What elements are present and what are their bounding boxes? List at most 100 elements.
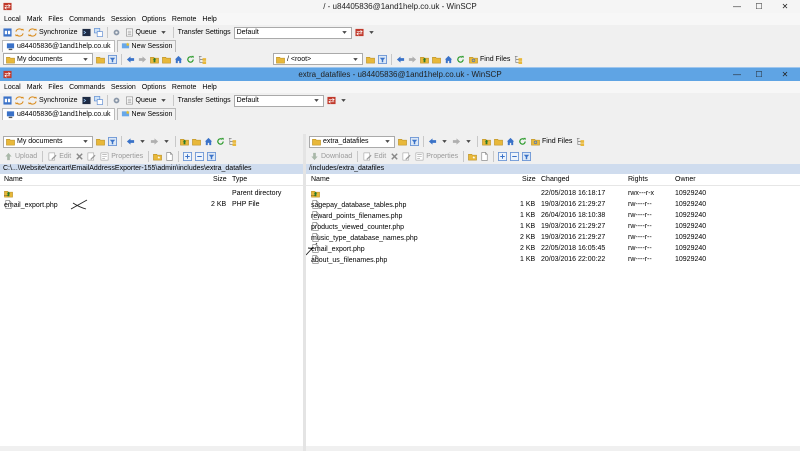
- tab-session[interactable]: u84405836@1and1help.co.uk: [2, 40, 115, 52]
- new-file-icon[interactable]: [165, 152, 174, 161]
- forward-arrow-icon[interactable]: [138, 55, 147, 64]
- new-folder-icon[interactable]: [153, 152, 162, 161]
- maximize-button[interactable]: ☐: [748, 68, 770, 81]
- properties-button[interactable]: Properties: [99, 151, 144, 163]
- properties-button[interactable]: Properties: [414, 151, 459, 163]
- back-title-bar[interactable]: / - u84405836@1and1help.co.uk - WinSCP —…: [0, 0, 800, 13]
- upload-button[interactable]: Upload: [3, 151, 38, 163]
- tab-new-session[interactable]: New Session: [116, 108, 177, 120]
- tree-icon[interactable]: [514, 55, 523, 64]
- sync-browse-icon[interactable]: [15, 96, 24, 105]
- new-folder-icon[interactable]: [468, 152, 477, 161]
- edit-button[interactable]: Edit: [362, 151, 387, 163]
- column-name[interactable]: Name: [4, 176, 23, 183]
- chevron-down-icon[interactable]: [162, 137, 171, 146]
- menu-commands[interactable]: Commands: [69, 84, 105, 91]
- putty-icon[interactable]: [94, 28, 103, 37]
- remote-location-select[interactable]: extra_datafiles: [309, 135, 395, 148]
- folder-icon[interactable]: [96, 137, 105, 146]
- background-winscp-window[interactable]: / - u84405836@1and1help.co.uk - WinSCP —…: [0, 0, 800, 68]
- refresh-icon[interactable]: [186, 55, 195, 64]
- back-arrow-icon[interactable]: [428, 137, 437, 146]
- folder-icon[interactable]: [398, 137, 407, 146]
- home-icon[interactable]: [174, 55, 183, 64]
- table-row[interactable]: email_export.php 2 KB 22/05/2018 16:05:45 r…: [306, 243, 800, 254]
- back-find-files-button[interactable]: Find Files: [468, 53, 511, 65]
- maximize-button[interactable]: ☐: [748, 0, 770, 13]
- menu-options[interactable]: Options: [142, 84, 166, 91]
- compare-icon[interactable]: [3, 96, 12, 105]
- menu-remote[interactable]: Remote: [172, 16, 197, 23]
- delete-icon[interactable]: [390, 152, 399, 161]
- menu-remote[interactable]: Remote: [172, 84, 197, 91]
- filter-icon[interactable]: [207, 152, 216, 161]
- chevron-down-icon[interactable]: [339, 96, 348, 105]
- folder-icon[interactable]: [366, 55, 375, 64]
- table-row[interactable]: sagepay_database_tables.php 1 KB 19/03/201…: [306, 199, 800, 210]
- chevron-down-icon[interactable]: [138, 137, 147, 146]
- local-file-list[interactable]: .. Parent directory email_export.php 2 K…: [0, 186, 303, 446]
- menu-commands[interactable]: Commands: [69, 16, 105, 23]
- column-rights[interactable]: Rights: [628, 176, 648, 183]
- folder-icon[interactable]: [162, 55, 171, 64]
- menu-options[interactable]: Options: [142, 16, 166, 23]
- table-row[interactable]: products_viewed_counter.php 1 KB 19/03/201…: [306, 221, 800, 232]
- column-type[interactable]: Type: [232, 176, 247, 183]
- folder-up-icon[interactable]: [420, 55, 429, 64]
- console-icon[interactable]: [82, 28, 91, 37]
- folder-icon[interactable]: [432, 55, 441, 64]
- chevron-down-icon[interactable]: [464, 137, 473, 146]
- column-size[interactable]: Size: [522, 176, 536, 183]
- tree-icon[interactable]: [198, 55, 207, 64]
- synchronize-button[interactable]: Synchronize: [27, 95, 79, 107]
- minimize-button[interactable]: —: [726, 0, 748, 13]
- minimize-button[interactable]: —: [726, 68, 748, 81]
- compare-icon[interactable]: [3, 28, 12, 37]
- refresh-icon[interactable]: [216, 137, 225, 146]
- synchronize-button[interactable]: Synchronize: [27, 27, 79, 39]
- home-icon[interactable]: [444, 55, 453, 64]
- edit-button[interactable]: Edit: [47, 151, 72, 163]
- folder-icon[interactable]: [96, 55, 105, 64]
- local-location-select[interactable]: My documents: [3, 135, 93, 148]
- back-arrow-icon[interactable]: [396, 55, 405, 64]
- transfer-settings-select[interactable]: Default: [233, 94, 324, 107]
- select-all-icon[interactable]: [498, 152, 507, 161]
- filter-icon[interactable]: [522, 152, 531, 161]
- folder-up-icon[interactable]: [180, 137, 189, 146]
- menu-files[interactable]: Files: [48, 84, 63, 91]
- back-left-location-select[interactable]: My documents: [3, 53, 93, 65]
- rename-icon[interactable]: [402, 152, 411, 161]
- active-winscp-window[interactable]: extra_datafiles - u84405836@1and1help.co…: [0, 67, 800, 451]
- list-item[interactable]: email_export.php 2 KB PHP File: [0, 199, 303, 210]
- new-file-icon[interactable]: [480, 152, 489, 161]
- filter-icon[interactable]: [378, 55, 387, 64]
- delete-icon[interactable]: [75, 152, 84, 161]
- putty-icon[interactable]: [94, 96, 103, 105]
- home-icon[interactable]: [506, 137, 515, 146]
- back-arrow-icon[interactable]: [126, 137, 135, 146]
- back-arrow-icon[interactable]: [126, 55, 135, 64]
- menu-help[interactable]: Help: [202, 16, 216, 23]
- close-button[interactable]: ✕: [770, 68, 800, 81]
- root-folder-icon[interactable]: [494, 137, 503, 146]
- home-icon[interactable]: [204, 137, 213, 146]
- column-changed[interactable]: Changed: [541, 176, 569, 183]
- tree-icon[interactable]: [228, 137, 237, 146]
- menu-mark[interactable]: Mark: [27, 84, 43, 91]
- queue-button[interactable]: Queue: [124, 95, 169, 107]
- filter-icon[interactable]: [410, 137, 419, 146]
- remote-path-bar[interactable]: /includes/extra_datafiles: [306, 164, 800, 174]
- table-row[interactable]: music_type_database_names.php 2 KB 19/03/2…: [306, 232, 800, 243]
- table-row[interactable]: .. 22/05/2018 16:18:17 rwx---r-x 10929240: [306, 188, 800, 199]
- gear-icon[interactable]: [112, 96, 121, 105]
- menu-files[interactable]: Files: [48, 16, 63, 23]
- unselect-icon[interactable]: [510, 152, 519, 161]
- column-size[interactable]: Size: [213, 176, 227, 183]
- front-title-bar[interactable]: extra_datafiles - u84405836@1and1help.co…: [0, 68, 800, 81]
- column-owner[interactable]: Owner: [675, 176, 696, 183]
- refresh-icon[interactable]: [518, 137, 527, 146]
- forward-arrow-icon[interactable]: [408, 55, 417, 64]
- console-icon[interactable]: [82, 96, 91, 105]
- find-files-button[interactable]: Find Files: [530, 136, 573, 148]
